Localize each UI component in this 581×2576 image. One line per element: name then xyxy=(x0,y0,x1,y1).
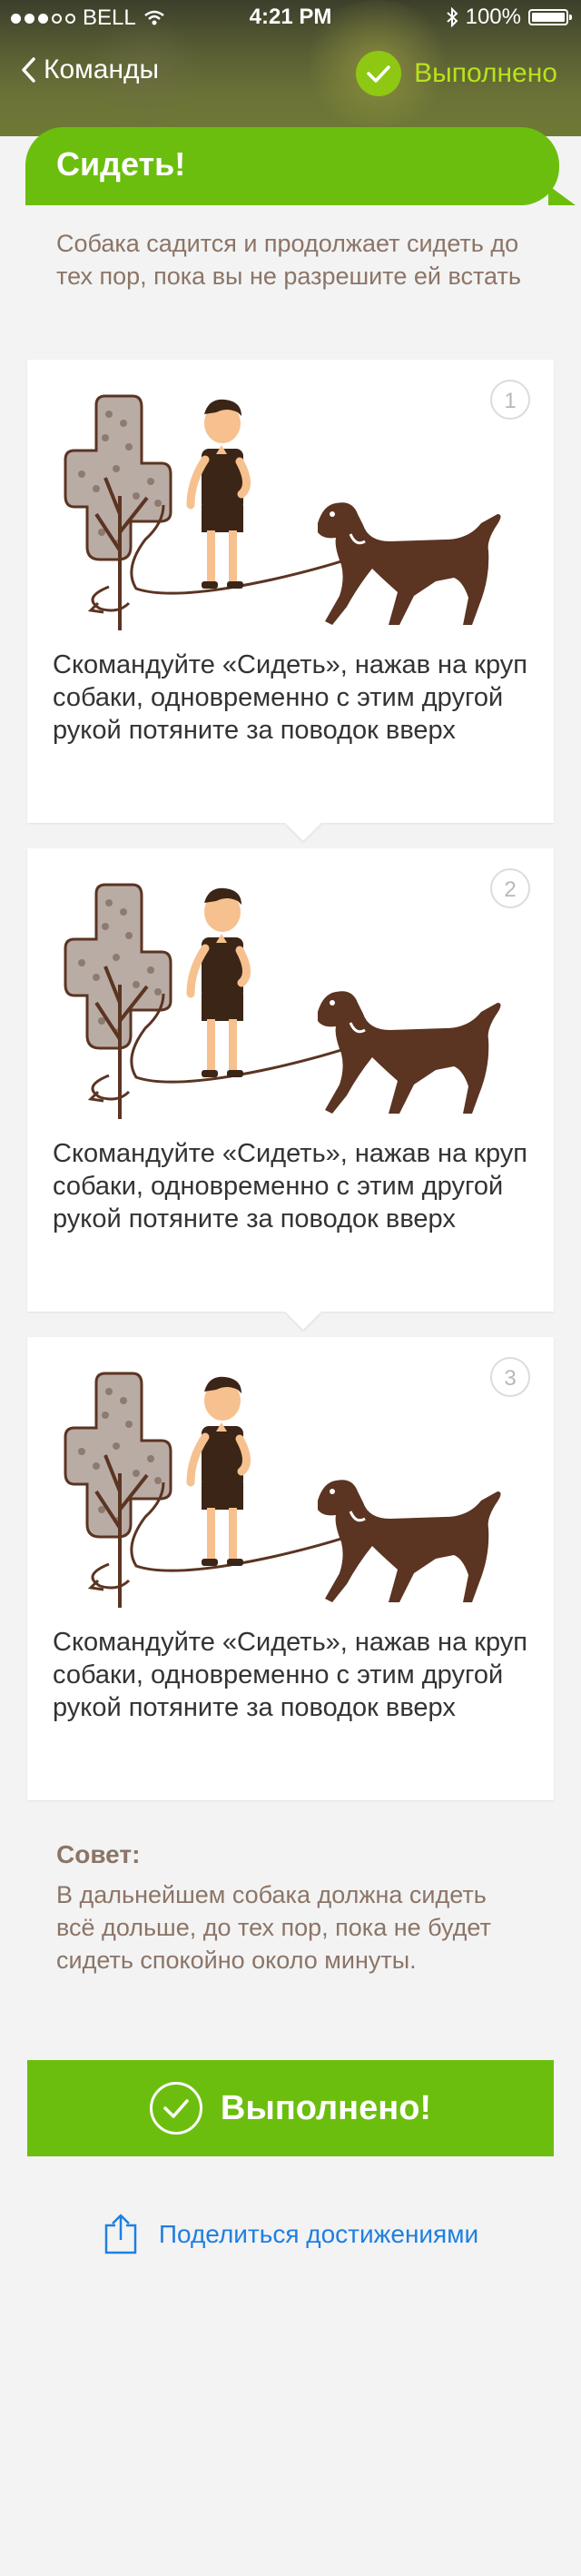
status-bar: BELL 4:21 PM 100% xyxy=(0,0,581,36)
tree-illustration xyxy=(64,394,172,630)
man-illustration xyxy=(186,887,251,1077)
dog-illustration xyxy=(318,502,501,625)
chevron-left-icon xyxy=(22,57,35,83)
step-card: 1 Скомандуйте «Сидеть», нажав на круп со… xyxy=(27,360,554,841)
tree-illustration xyxy=(64,883,172,1119)
card-connector-notch xyxy=(285,805,321,841)
step-illustration xyxy=(64,876,517,1121)
man-illustration xyxy=(186,1376,251,1566)
dog-illustration xyxy=(318,991,501,1114)
mark-done-button[interactable]: Выполнено! xyxy=(27,2060,554,2156)
back-button[interactable]: Команды xyxy=(20,54,159,85)
mark-done-label: Выполнено! xyxy=(220,2088,432,2127)
battery-percent: 100% xyxy=(465,5,521,29)
step-instruction-text: Скомандуйте «Сидеть», нажав на круп соба… xyxy=(53,1628,527,1722)
share-achievements-link[interactable]: Поделиться достижениями xyxy=(0,2213,581,2256)
step-illustration xyxy=(64,1364,517,1610)
card-connector-notch xyxy=(285,1293,321,1330)
battery-icon xyxy=(528,9,572,25)
dog-illustration xyxy=(318,1480,501,1602)
tree-illustration xyxy=(64,1372,172,1608)
man-illustration xyxy=(186,399,251,589)
tip-text: В дальнейшем собака должна сидеть всё до… xyxy=(56,1881,491,1974)
done-status-label: Выполнено xyxy=(414,58,557,88)
back-label: Команды xyxy=(44,54,160,84)
done-status-button[interactable]: Выполнено xyxy=(356,51,557,96)
command-description: Собака садится и продолжает сидеть до те… xyxy=(56,230,521,290)
step-illustration xyxy=(64,387,517,632)
step-instruction-text: Скомандуйте «Сидеть», нажав на круп соба… xyxy=(53,650,527,745)
check-circle-icon xyxy=(149,2082,202,2135)
command-title-bubble: Сидеть! xyxy=(25,127,576,205)
share-label: Поделиться достижениями xyxy=(158,2220,479,2248)
header-background: BELL 4:21 PM 100% Команды Выполнено xyxy=(0,0,581,136)
command-title: Сидеть! xyxy=(56,145,186,183)
step-card: 2 Скомандуйте «Сидеть», нажав на круп со… xyxy=(27,848,554,1330)
share-icon xyxy=(104,2214,137,2254)
tip-label: Совет: xyxy=(56,1840,141,1868)
navigation-bar: Команды Выполнено xyxy=(0,47,581,102)
bluetooth-icon xyxy=(446,7,458,27)
step-instruction-text: Скомандуйте «Сидеть», нажав на круп соба… xyxy=(53,1139,527,1234)
status-right: 100% xyxy=(446,5,572,30)
step-card: 3 Скомандуйте «Сидеть», нажав на круп со… xyxy=(27,1337,554,1800)
check-circle-icon xyxy=(356,51,402,96)
